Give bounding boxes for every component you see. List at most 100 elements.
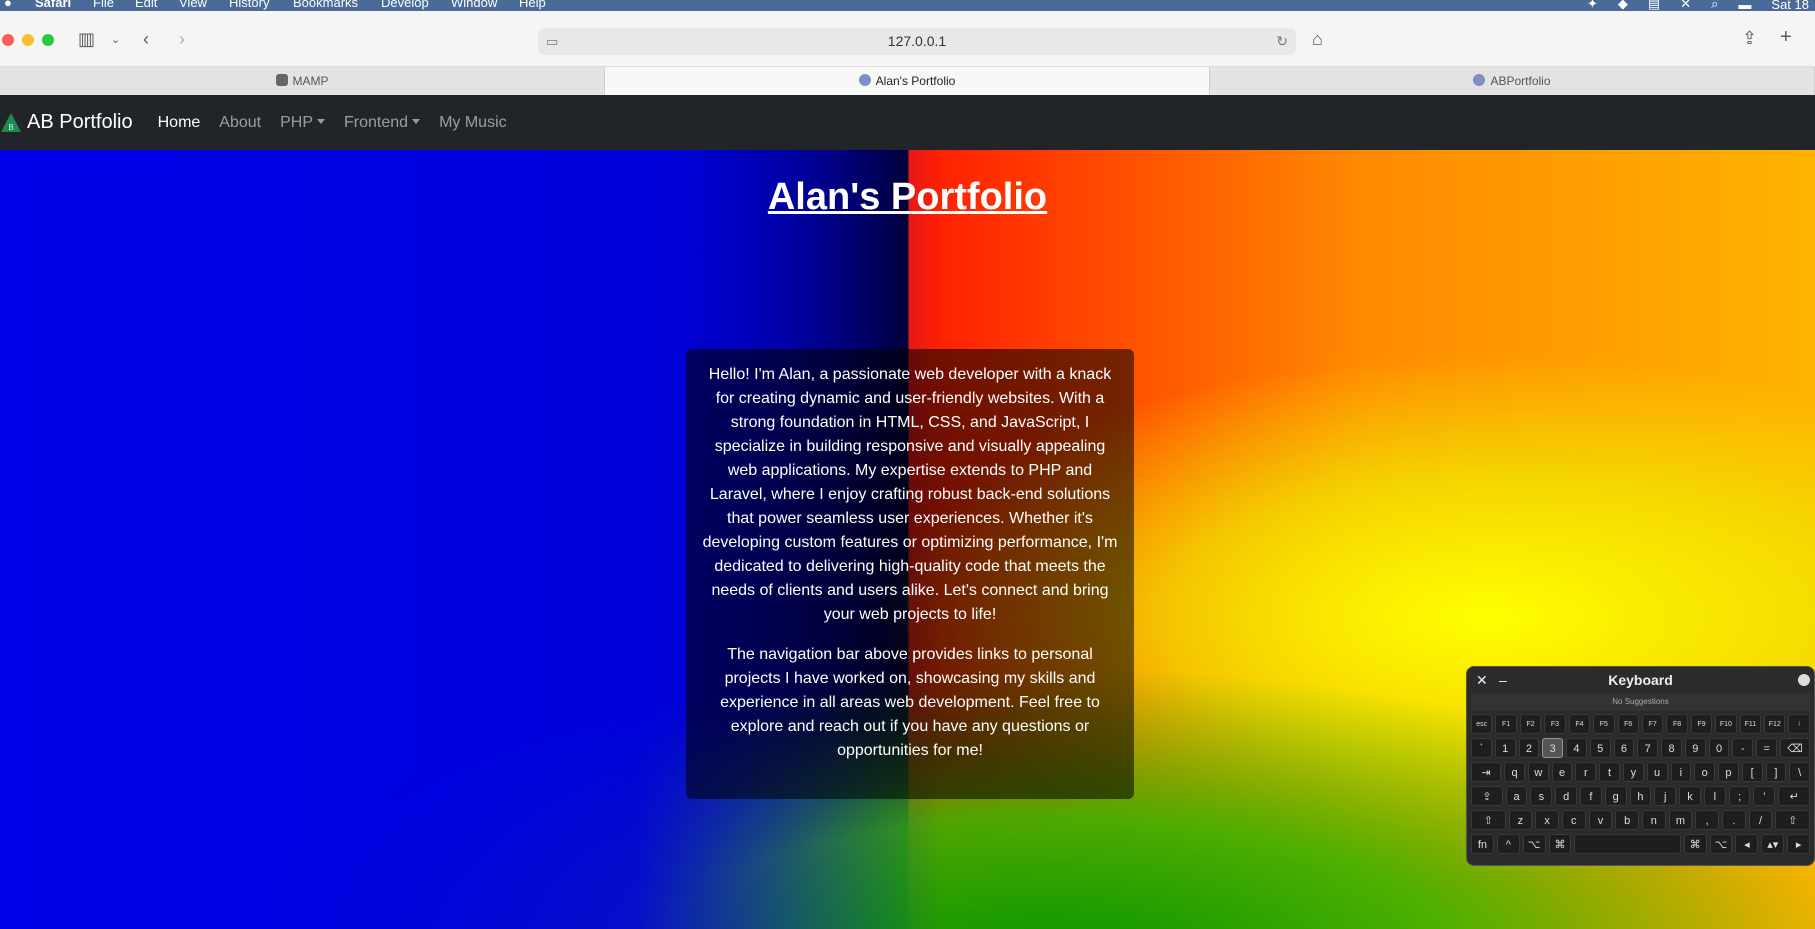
tab-mamp[interactable]: MAMP	[0, 67, 605, 95]
address-bar[interactable]: ▭ 127.0.0.1 ↻	[538, 28, 1296, 55]
nav-frontend-dropdown[interactable]: Frontend	[344, 114, 421, 132]
new-tab-icon[interactable]: +	[1780, 27, 1792, 47]
keyboard-key[interactable]: .	[1722, 810, 1746, 830]
keyboard-key[interactable]: e	[1551, 762, 1573, 782]
apple-menu-icon[interactable]: ●	[4, 0, 12, 10]
keyboard-key[interactable]: 3	[1542, 738, 1564, 758]
keyboard-key[interactable]: F7	[1641, 714, 1664, 734]
control-center-icon[interactable]: ▬	[1738, 0, 1751, 11]
keyboard-key[interactable]: 5	[1589, 738, 1611, 758]
chevron-down-icon[interactable]: ⌄	[111, 30, 120, 50]
keyboard-key[interactable]: w	[1527, 762, 1549, 782]
key-space[interactable]	[1574, 834, 1681, 854]
keyboard-key[interactable]: ]	[1765, 762, 1787, 782]
tab-alans-portfolio[interactable]: Alan's Portfolio	[605, 67, 1210, 95]
sidebar-toggle-icon[interactable]: ▥	[78, 29, 95, 49]
keyboard-key[interactable]: t	[1599, 762, 1620, 782]
keyboard-key[interactable]: ▴▾	[1761, 834, 1785, 854]
keyboard-key[interactable]: b	[1615, 810, 1639, 830]
keyboard-key[interactable]: 7	[1637, 738, 1659, 758]
keyboard-key[interactable]: 9	[1684, 738, 1706, 758]
keyboard-key[interactable]: x	[1535, 810, 1559, 830]
menu-history[interactable]: History	[229, 0, 269, 10]
keyboard-key[interactable]: d	[1555, 786, 1578, 806]
keyboard-key[interactable]: ,	[1695, 810, 1720, 830]
menu-view[interactable]: View	[179, 0, 207, 10]
close-window-button[interactable]	[2, 34, 14, 46]
keyboard-key[interactable]: n	[1641, 810, 1666, 830]
menu-file[interactable]: File	[93, 0, 114, 10]
menu-clock[interactable]: Sat 18	[1771, 0, 1809, 11]
control-icon[interactable]: ✕	[1680, 0, 1691, 11]
menu-develop[interactable]: Develop	[381, 0, 429, 10]
zoom-window-button[interactable]	[42, 34, 54, 46]
menu-window[interactable]: Window	[451, 0, 497, 10]
minimize-window-button[interactable]	[22, 34, 34, 46]
keyboard-key[interactable]: F12	[1764, 714, 1786, 734]
keyboard-key[interactable]: F6	[1617, 714, 1639, 734]
keyboard-key[interactable]: F11	[1739, 714, 1762, 734]
keyboard-key[interactable]: c	[1561, 810, 1586, 830]
keyboard-key[interactable]: F2	[1519, 714, 1542, 734]
keyboard-key[interactable]: o	[1694, 762, 1716, 782]
spotlight-icon[interactable]: ⌕	[1711, 0, 1718, 11]
page-settings-icon[interactable]: ▭	[546, 28, 558, 55]
tab-abportfolio[interactable]: ABPortfolio	[1210, 67, 1815, 95]
keyboard-key[interactable]: [	[1741, 762, 1763, 782]
keyboard-key[interactable]: 6	[1613, 738, 1635, 758]
menu-app-name[interactable]: Safari	[35, 0, 71, 10]
keyboard-options-icon[interactable]	[1798, 674, 1810, 686]
keyboard-key[interactable]: ◂	[1735, 834, 1759, 854]
keyboard-key[interactable]: z	[1508, 810, 1533, 830]
nav-home[interactable]: Home	[158, 114, 201, 132]
keyboard-key[interactable]: F9	[1690, 714, 1713, 734]
vpn-icon[interactable]: ◆	[1618, 0, 1628, 11]
keyboard-key[interactable]: =	[1756, 738, 1777, 758]
keyboard-key[interactable]: s	[1530, 786, 1553, 806]
keyboard-key[interactable]: ;	[1728, 786, 1751, 806]
keyboard-menu-icon[interactable]: ▤	[1648, 0, 1660, 11]
keyboard-key[interactable]: F5	[1593, 714, 1615, 734]
keyboard-key[interactable]: 1	[1494, 738, 1516, 758]
keyboard-key[interactable]: `	[1471, 738, 1492, 758]
reload-icon[interactable]: ↻	[1276, 28, 1288, 55]
keyboard-key[interactable]: ⁝	[1788, 714, 1810, 734]
keyboard-key[interactable]: F4	[1568, 714, 1591, 734]
keyboard-key[interactable]: y	[1622, 762, 1644, 782]
keyboard-key[interactable]: f	[1580, 786, 1602, 806]
menu-bookmarks[interactable]: Bookmarks	[293, 0, 358, 10]
keyboard-key[interactable]: q	[1504, 762, 1525, 782]
keyboard-key[interactable]: v	[1588, 810, 1613, 830]
nav-about[interactable]: About	[219, 114, 261, 132]
keyboard-key[interactable]: ⌫	[1779, 738, 1811, 758]
keyboard-key[interactable]: /	[1748, 810, 1773, 830]
keyboard-key[interactable]: 4	[1566, 738, 1587, 758]
nav-my-music[interactable]: My Music	[439, 114, 507, 132]
keyboard-key[interactable]: ^	[1496, 834, 1520, 854]
keyboard-key[interactable]: u	[1646, 762, 1668, 782]
keyboard-key[interactable]: -	[1732, 738, 1754, 758]
keyboard-key[interactable]: p	[1718, 762, 1739, 782]
keyboard-key[interactable]: ⌘	[1548, 834, 1572, 854]
keyboard-close-icon[interactable]: ✕	[1476, 667, 1488, 693]
keyboard-key[interactable]: 8	[1661, 738, 1682, 758]
keyboard-key[interactable]: m	[1668, 810, 1693, 830]
keyboard-key[interactable]: j	[1654, 786, 1677, 806]
keyboard-minimize-icon[interactable]: –	[1499, 667, 1507, 693]
keyboard-key[interactable]: F3	[1544, 714, 1566, 734]
keyboard-key[interactable]: h	[1629, 786, 1652, 806]
keyboard-key[interactable]: a	[1505, 786, 1528, 806]
keyboard-key[interactable]: F1	[1495, 714, 1517, 734]
home-icon[interactable]: ⌂	[1312, 29, 1323, 49]
keyboard-key[interactable]: 2	[1518, 738, 1540, 758]
keyboard-key[interactable]: l	[1703, 786, 1726, 806]
nav-php-dropdown[interactable]: PHP	[280, 114, 326, 132]
keyboard-key[interactable]: esc	[1471, 714, 1493, 734]
keyboard-key[interactable]: ⌥	[1709, 834, 1733, 854]
keyboard-key[interactable]: 0	[1708, 738, 1730, 758]
keyboard-key[interactable]: ↵	[1778, 786, 1810, 806]
status-icon[interactable]: ✦	[1587, 0, 1598, 11]
keyboard-key[interactable]: fn	[1471, 834, 1494, 854]
keyboard-key[interactable]: i	[1670, 762, 1692, 782]
share-icon[interactable]: ⇪	[1742, 28, 1757, 48]
